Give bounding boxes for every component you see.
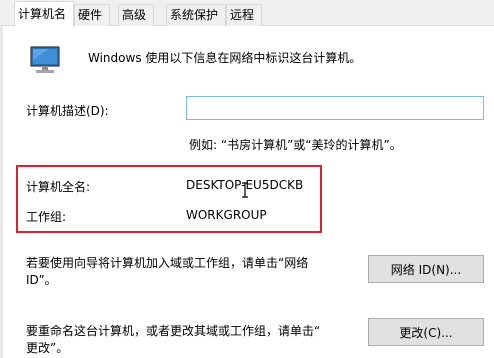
tab-hardware[interactable]: 硬件 bbox=[74, 4, 110, 26]
highlight-box bbox=[16, 165, 322, 233]
tab-computer-name[interactable]: 计算机名 bbox=[14, 1, 74, 27]
rename-text-line2: 更改”。 bbox=[26, 341, 69, 355]
text-cursor-icon bbox=[242, 182, 248, 198]
window-edge bbox=[0, 26, 3, 358]
info-text: Windows 使用以下信息在网络中标识这台计算机。 bbox=[88, 51, 362, 65]
network-id-button[interactable]: 网络 ID(N)... bbox=[368, 255, 484, 283]
description-input[interactable] bbox=[186, 96, 484, 120]
rename-text-line1: 要重命名这台计算机，或者更改其域或工作组，请单击“ bbox=[26, 324, 321, 338]
tab-bar: 计算机名 硬件 高级 系统保护 远程 bbox=[0, 0, 494, 27]
computer-monitor-icon bbox=[30, 46, 60, 73]
network-id-text-line1: 若要使用向导将计算机加入域或工作组，请单击“网络 bbox=[26, 256, 309, 270]
tab-remote[interactable]: 远程 bbox=[226, 4, 262, 26]
network-id-text-line2: ID”。 bbox=[26, 273, 57, 287]
tab-system-protection[interactable]: 系统保护 bbox=[166, 4, 226, 26]
change-button[interactable]: 更改(C)... bbox=[368, 318, 484, 346]
description-label: 计算机描述(D): bbox=[26, 104, 109, 118]
description-example: 例如: “书房计算机”或“美玲的计算机”。 bbox=[189, 138, 402, 152]
tab-advanced[interactable]: 高级 bbox=[118, 4, 154, 26]
